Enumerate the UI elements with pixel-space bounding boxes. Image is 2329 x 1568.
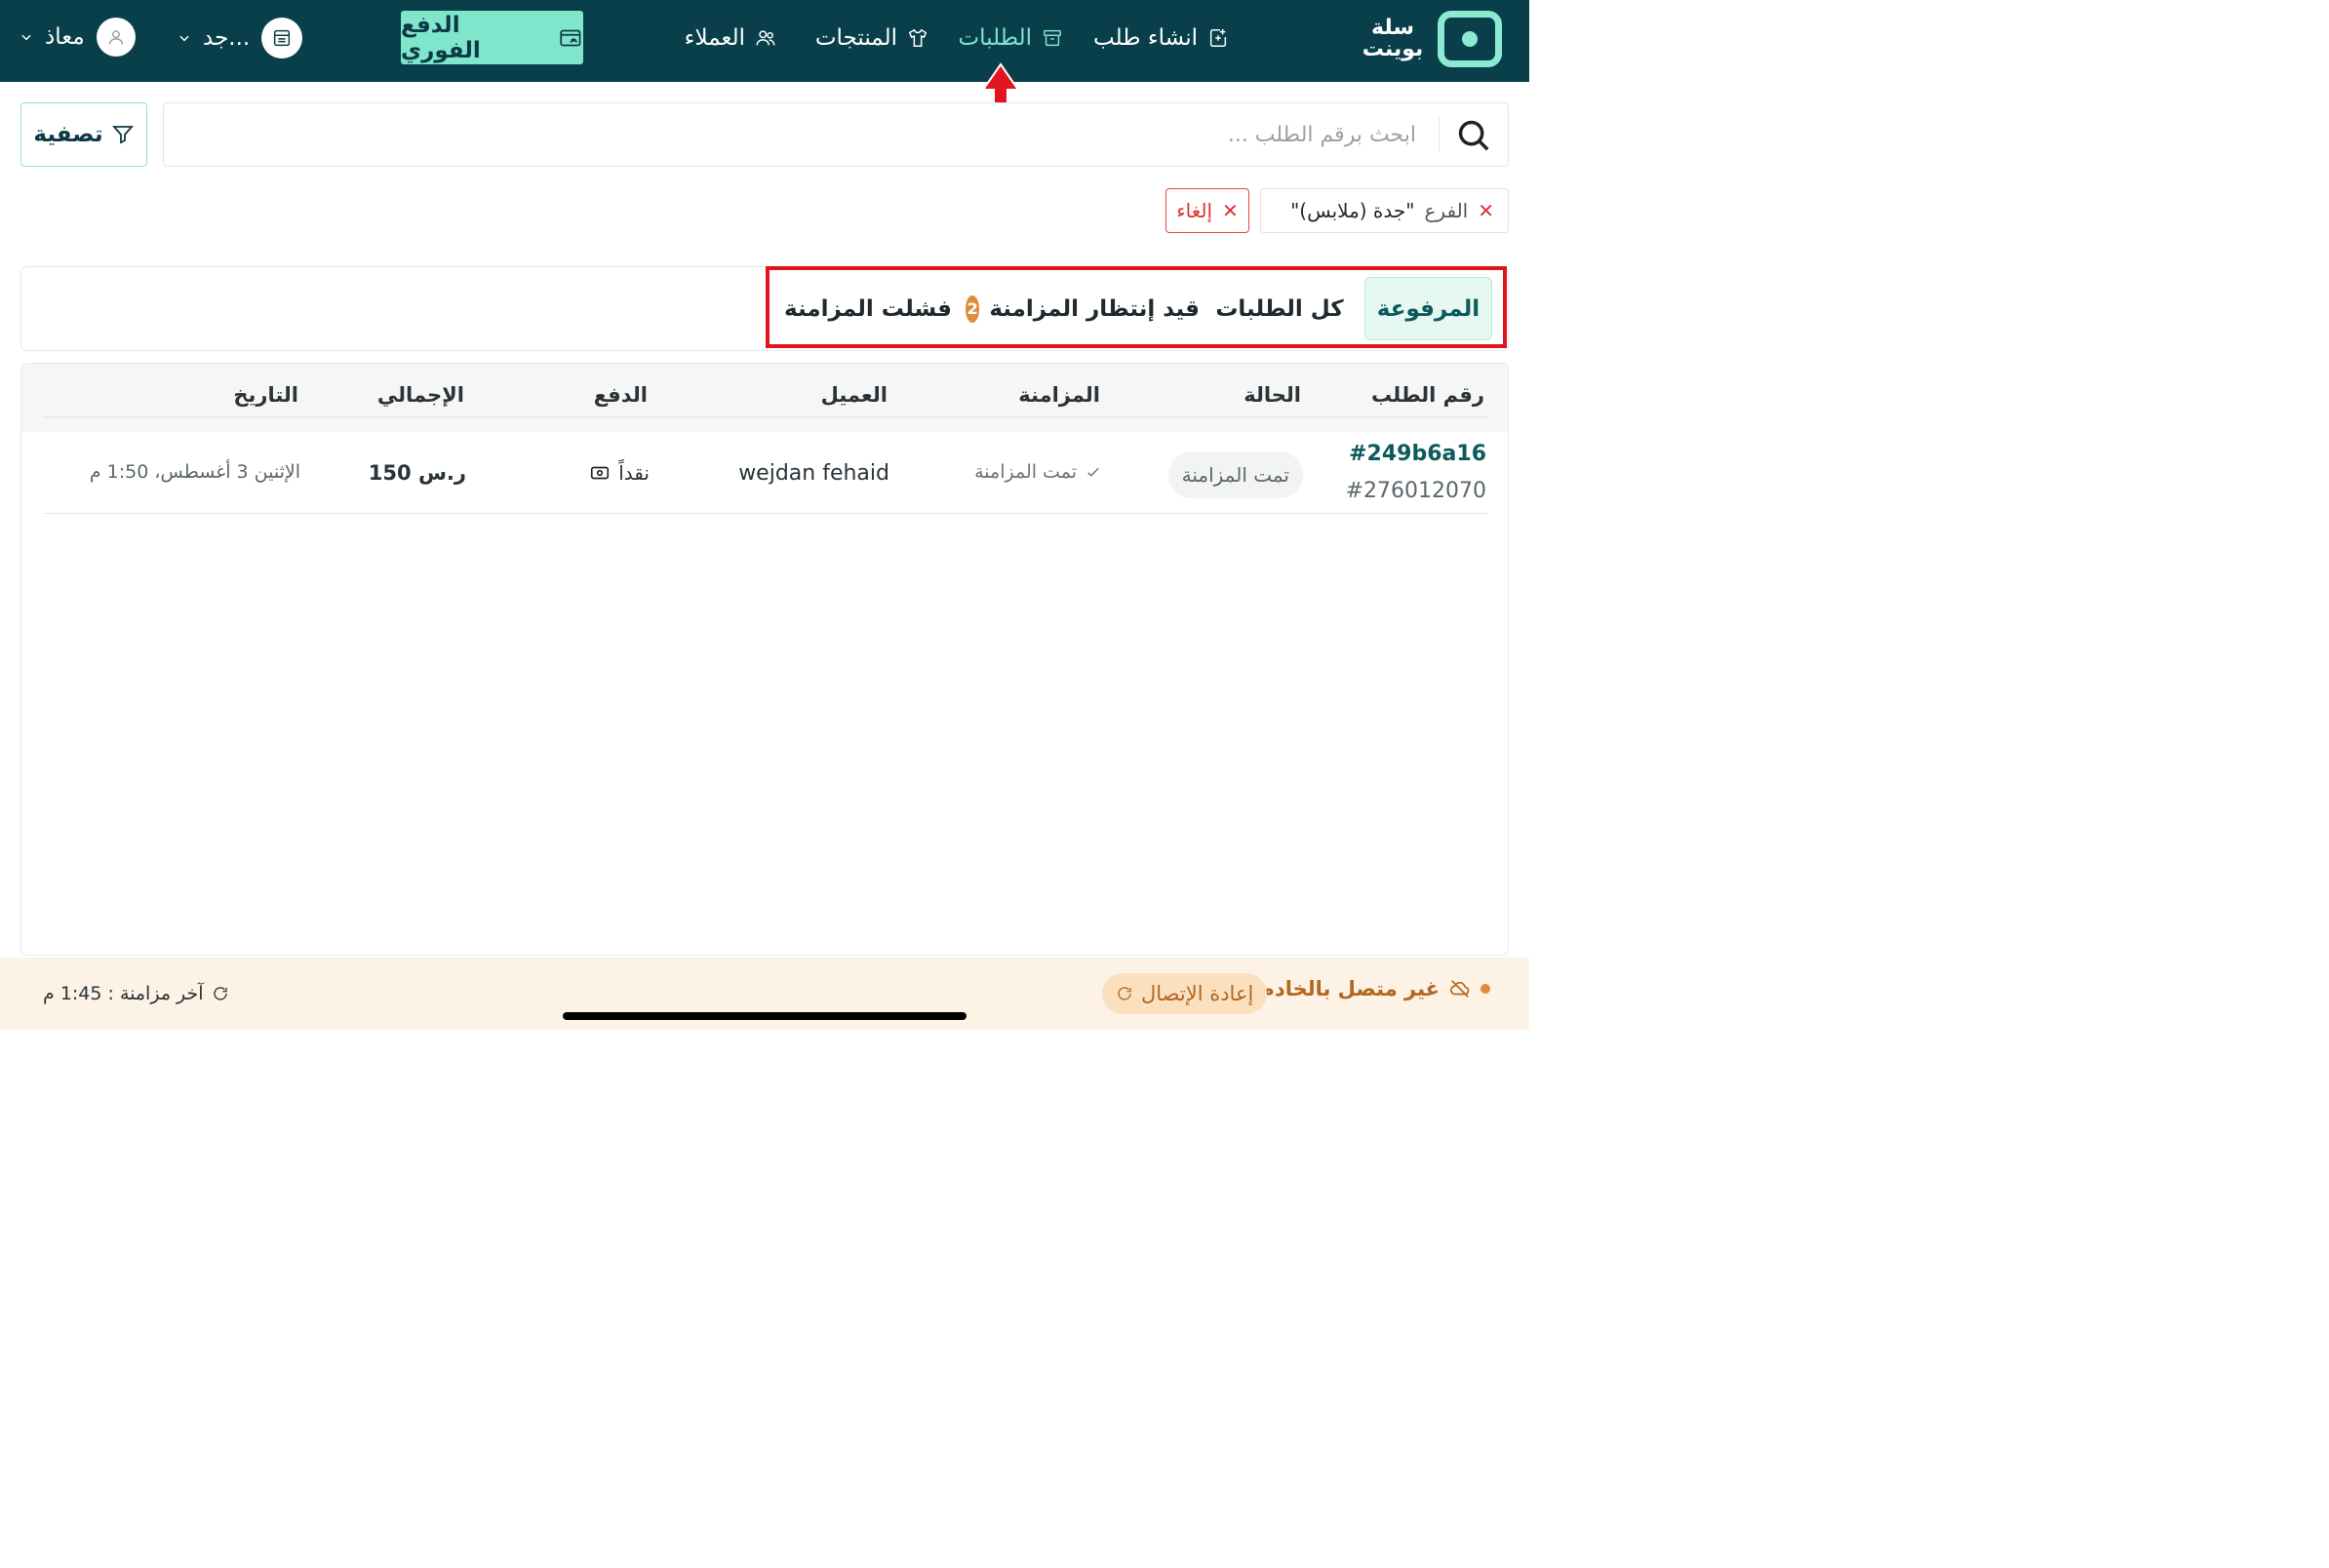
chevron-down-icon (21, 34, 31, 41)
customer-name: wejdan fehaid (738, 461, 889, 486)
order-number: #276012070 (1345, 479, 1486, 503)
nav-create-order-label: انشاء طلب (1093, 25, 1198, 51)
filter-icon (111, 126, 134, 144)
payment-method-label: نقداً (618, 461, 650, 485)
tab-all-orders[interactable]: كل الطلبات (1207, 277, 1352, 340)
filter-button[interactable]: تصفية (20, 102, 147, 167)
wallet-icon (560, 29, 581, 46)
search-icon[interactable] (1455, 117, 1492, 154)
store-icon (261, 18, 303, 59)
order-date: الإثنين 3 أغسطس، 1:50 م (89, 461, 300, 483)
shirt-icon (908, 28, 928, 47)
last-sync: آخر مزامنة : 1:45 م (43, 983, 229, 1004)
column-header-customer: العميل (820, 383, 888, 407)
connection-status: غير متصل بالخادم (1260, 977, 1490, 1000)
orders-table: رقم الطلب الحالة المزامنة العميل الدفع ا… (20, 363, 1509, 956)
nav-customers-label: العملاء (684, 25, 745, 51)
cash-icon (591, 466, 610, 480)
chevron-down-icon (179, 35, 189, 42)
branch-filter-label: الفرع (1424, 199, 1469, 222)
sync-status-label: تمت المزامنة (974, 461, 1077, 483)
home-indicator (563, 1012, 967, 1020)
offline-icon (1450, 980, 1470, 998)
reconnect-label: إعادة الإتصال (1141, 982, 1254, 1005)
tab-all-orders-label: كل الطلبات (1215, 295, 1344, 322)
column-header-status: الحالة (1243, 383, 1301, 407)
column-header-order-number: رقم الطلب (1371, 383, 1484, 407)
users-icon (756, 30, 775, 46)
branch-filter-chip: ✕ الفرع "جدة (ملابس)" (1260, 188, 1509, 233)
column-header-total: الإجمالي (376, 383, 464, 407)
tab-pending-sync-label: قيد إنتظار المزامنة (989, 295, 1200, 322)
last-sync-label: آخر مزامنة : 1:45 م (43, 983, 204, 1004)
logo-mark-icon (1438, 11, 1502, 67)
sync-icon (213, 987, 227, 1000)
order-id[interactable]: #249b6a16 (1349, 442, 1486, 466)
instant-pay-label: الدفع الفوري (401, 12, 481, 63)
sync-status: تمت المزامنة (974, 461, 1102, 483)
table-row[interactable]: #249b6a16 #276012070 تمت المزامنة تمت ال… (43, 432, 1488, 514)
nav-products[interactable]: المنتجات (815, 21, 928, 55)
user-name: معاذ (45, 24, 85, 50)
nav-customers[interactable]: العملاء (685, 21, 776, 55)
column-header-payment: الدفع (593, 383, 648, 407)
user-menu[interactable]: معاذ (20, 18, 136, 57)
tab-failed-sync[interactable]: فشلت المزامنة (780, 277, 956, 340)
connection-status-label: غير متصل بالخادم (1259, 977, 1440, 1000)
header-divider (43, 416, 1488, 418)
search-divider (1438, 117, 1440, 152)
nav-orders[interactable]: الطلبات (959, 21, 1063, 55)
column-header-date: التاريخ (233, 383, 298, 407)
check-icon (1087, 467, 1099, 477)
tab-paid-label: المرفوعة (1376, 295, 1480, 322)
status-badge: تمت المزامنة (1167, 451, 1303, 498)
instant-pay-button[interactable]: الدفع الفوري (401, 11, 583, 64)
branch-selector-label: جد... (203, 25, 251, 51)
refresh-icon (1118, 987, 1131, 1000)
close-icon: ✕ (1222, 199, 1239, 222)
order-total: 150 ر.س (368, 461, 466, 485)
logo-text: سلة بوينت (1362, 16, 1424, 61)
cancel-filters-label: إلغاء (1176, 199, 1213, 222)
status-dot (1480, 984, 1490, 994)
tab-failed-sync-label: فشلت المزامنة (784, 295, 952, 322)
top-nav-bar: سلة بوينت انشاء طلب الطلبات المنتجات الع… (0, 0, 1529, 82)
search-box (163, 102, 1509, 167)
nav-products-label: المنتجات (814, 25, 897, 51)
reconnect-button[interactable]: إعادة الإتصال (1102, 973, 1268, 1014)
tab-paid[interactable]: المرفوعة (1364, 277, 1492, 340)
remove-filter-icon[interactable]: ✕ (1478, 199, 1494, 222)
filter-button-label: تصفية (33, 122, 103, 147)
user-icon (96, 18, 136, 57)
cancel-filters-button[interactable]: ✕ إلغاء (1165, 188, 1249, 233)
pending-count-badge: 2 (966, 294, 980, 323)
create-order-icon (1209, 28, 1227, 47)
nav-create-order[interactable]: انشاء طلب (1093, 21, 1229, 55)
archive-icon (1044, 29, 1061, 47)
app-logo[interactable]: سلة بوينت (1362, 10, 1502, 68)
branch-filter-value: "جدة (ملابس)" (1290, 199, 1415, 222)
nav-orders-label: الطلبات (958, 25, 1032, 51)
search-input[interactable] (343, 103, 1416, 166)
payment-method: نقداً (589, 461, 650, 485)
column-header-sync: المزامنة (1018, 383, 1100, 407)
table-header: رقم الطلب الحالة المزامنة العميل الدفع ا… (21, 364, 1508, 432)
branch-selector[interactable]: جد... (178, 18, 303, 59)
tab-pending-sync[interactable]: 2 قيد إنتظار المزامنة (966, 277, 1200, 340)
